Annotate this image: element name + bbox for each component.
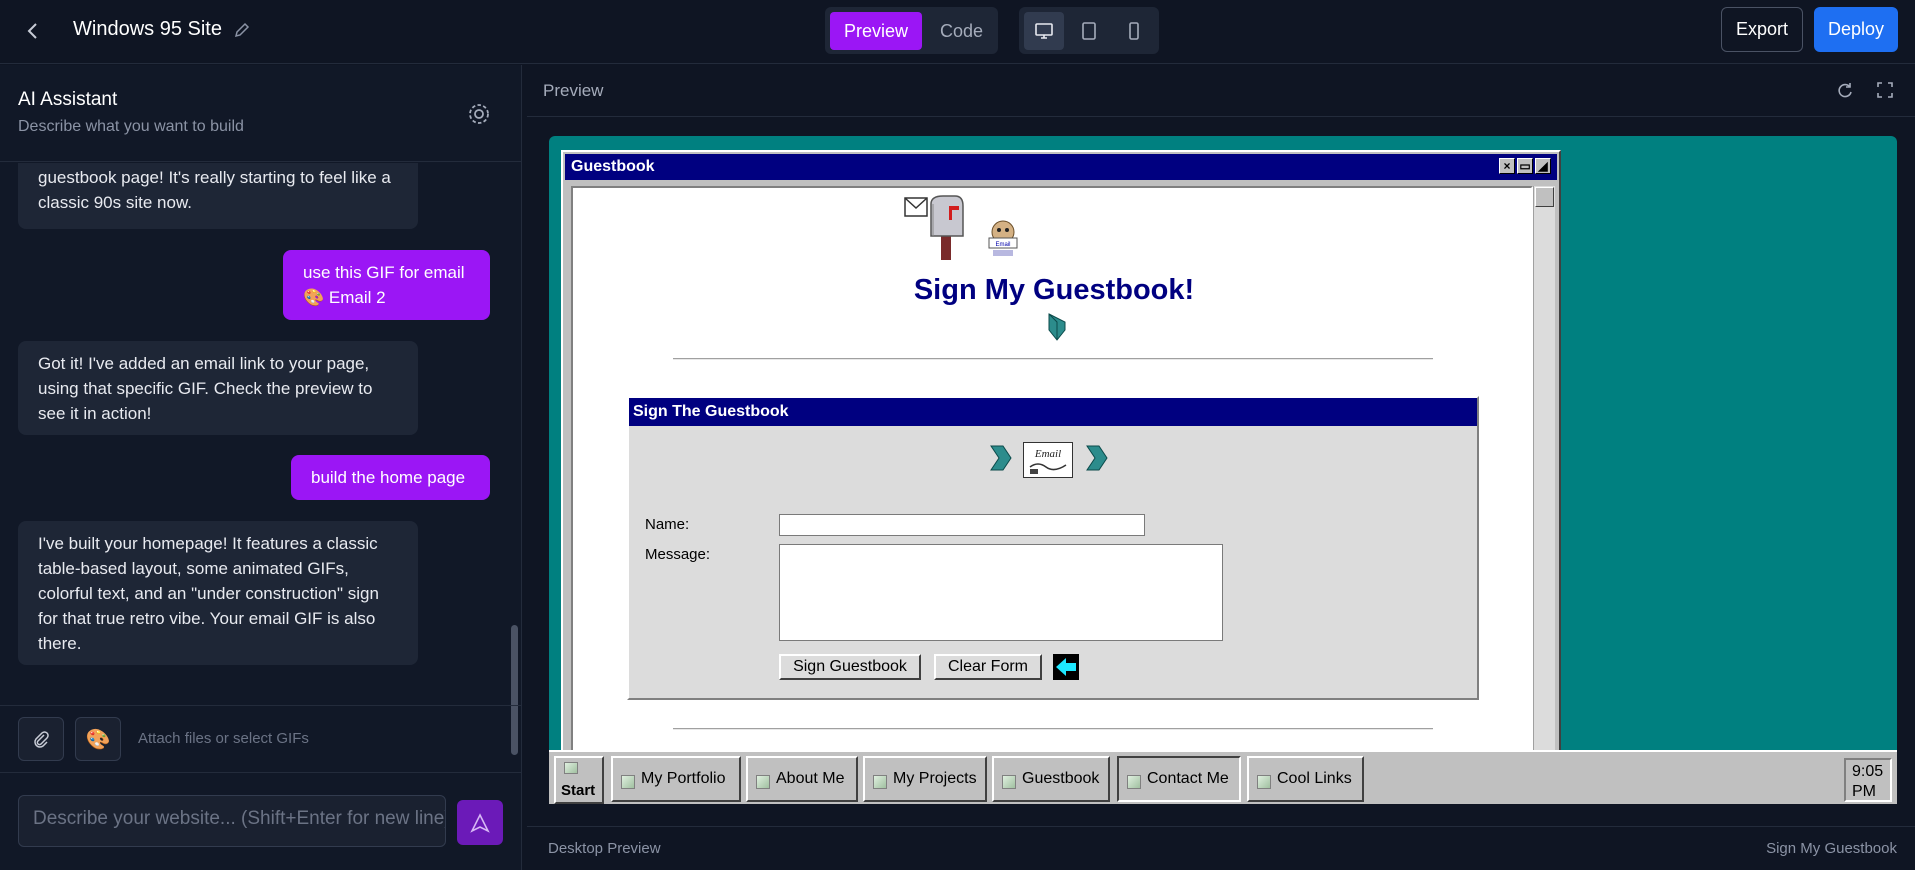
back-button[interactable] — [18, 16, 48, 46]
taskbar: Start My Portfolio About Me My Projects … — [549, 750, 1897, 804]
device-toggle — [1019, 7, 1159, 54]
preview-footer: Desktop Preview Sign My Guestbook — [527, 826, 1915, 870]
message-textarea[interactable] — [779, 544, 1223, 641]
deploy-button[interactable]: Deploy — [1814, 7, 1898, 52]
window-content: Email Sign My Guestbook! Sign The Guestb… — [571, 186, 1533, 762]
code-tab[interactable]: Code — [930, 12, 993, 50]
start-button[interactable]: Start — [554, 756, 604, 804]
page-icon — [1127, 775, 1141, 789]
chevron-left-icon — [27, 23, 37, 39]
send-button[interactable] — [457, 800, 503, 845]
assistant-subtitle: Describe what you want to build — [18, 118, 244, 135]
preview-mode-label: Desktop Preview — [548, 840, 661, 857]
preview-header: Preview — [527, 65, 1915, 117]
message-label: Message: — [645, 546, 711, 563]
start-icon — [564, 762, 578, 774]
view-toggle: Preview Code — [825, 7, 998, 54]
taskbar-clock: 9:05 PM — [1844, 758, 1892, 802]
ai-message: Got it! I've added an email link to your… — [18, 341, 418, 435]
user-message: use this GIF for email 🎨 Email 2 — [283, 250, 490, 320]
mobile-view-button[interactable] — [1114, 12, 1154, 50]
window-scrollbar[interactable] — [1533, 186, 1555, 762]
taskbar-item-label: Contact Me — [1147, 770, 1229, 787]
desktop-view-button[interactable] — [1024, 12, 1064, 50]
taskbar-item-my-portfolio[interactable]: My Portfolio — [611, 756, 741, 802]
chat-messages: guestbook page! It's really starting to … — [0, 163, 521, 703]
arrow-right-gif — [990, 445, 1012, 471]
ai-message: I've built your homepage! It features a … — [18, 521, 418, 665]
back-arrow-gif[interactable] — [1053, 654, 1079, 680]
preview-tab[interactable]: Preview — [830, 12, 922, 50]
guestbook-heading: Sign My Guestbook! — [913, 274, 1195, 306]
fullscreen-icon[interactable] — [1875, 80, 1897, 102]
tablet-view-button[interactable] — [1069, 12, 1109, 50]
arrow-down-gif — [1048, 313, 1066, 341]
taskbar-item-guestbook[interactable]: Guestbook — [992, 756, 1110, 802]
tablet-icon — [1082, 22, 1096, 40]
name-label: Name: — [645, 516, 690, 533]
site-title: Windows 95 Site — [73, 18, 222, 40]
sign-guestbook-button[interactable]: Sign Guestbook — [779, 654, 921, 680]
refresh-icon[interactable] — [1835, 80, 1857, 102]
page-icon — [873, 775, 887, 789]
email-gif-link[interactable]: Email — [1023, 442, 1073, 478]
gear-icon[interactable] — [466, 101, 492, 127]
pencil-icon[interactable] — [232, 20, 252, 40]
user-message: build the home page — [291, 455, 490, 500]
mailbox-gif: Email — [904, 195, 1018, 260]
taskbar-item-my-projects[interactable]: My Projects — [863, 756, 987, 802]
window-titlebar[interactable]: Guestbook × ▭ ◢ — [565, 154, 1557, 180]
svg-text:Email: Email — [995, 242, 1010, 248]
taskbar-item-label: Cool Links — [1277, 770, 1352, 787]
resize-icon[interactable]: ◢ — [1535, 158, 1551, 174]
restore-icon[interactable]: ▭ — [1517, 158, 1533, 174]
current-page-label: Sign My Guestbook — [1766, 840, 1897, 857]
attach-file-button[interactable] — [18, 717, 64, 761]
close-icon[interactable]: × — [1499, 158, 1515, 174]
preview-label: Preview — [543, 81, 604, 100]
taskbar-item-label: Guestbook — [1022, 770, 1100, 787]
guestbook-window: Guestbook × ▭ ◢ Email Sign My Guestbook!… — [561, 150, 1561, 762]
page-icon — [621, 775, 635, 789]
page-icon — [756, 775, 770, 789]
assistant-panel: AI Assistant Describe what you want to b… — [0, 65, 522, 870]
divider — [673, 728, 1433, 730]
ai-message: guestbook page! It's really starting to … — [18, 163, 418, 229]
taskbar-item-label: About Me — [776, 770, 845, 787]
assistant-header: AI Assistant Describe what you want to b… — [0, 65, 521, 162]
email-gif: Email — [1029, 448, 1067, 474]
send-icon — [470, 812, 490, 833]
attach-row: 🎨 Attach files or select GIFs — [0, 705, 521, 773]
win95-desktop: Guestbook × ▭ ◢ Email Sign My Guestbook!… — [549, 136, 1897, 804]
taskbar-item-about-me[interactable]: About Me — [746, 756, 858, 802]
page-icon — [1002, 775, 1016, 789]
name-input[interactable] — [779, 514, 1145, 536]
taskbar-item-contact-me[interactable]: Contact Me — [1117, 756, 1241, 802]
attach-hint: Attach files or select GIFs — [138, 730, 309, 747]
prompt-input[interactable]: Describe your website... (Shift+Enter fo… — [18, 795, 446, 847]
monitor-icon — [1035, 23, 1053, 39]
assistant-title: AI Assistant — [18, 89, 118, 110]
export-button[interactable]: Export — [1721, 7, 1803, 52]
taskbar-item-label: My Portfolio — [641, 770, 726, 787]
start-label: Start — [561, 782, 596, 799]
taskbar-item-label: My Projects — [893, 770, 977, 787]
window-title: Guestbook — [571, 158, 655, 175]
divider — [673, 358, 1433, 360]
paperclip-icon — [34, 731, 49, 748]
clear-form-button[interactable]: Clear Form — [934, 654, 1042, 680]
scroll-thumb[interactable] — [1535, 187, 1554, 207]
arrow-left-icon — [1056, 658, 1076, 676]
guestbook-form: Sign The Guestbook Email Name: Message: … — [627, 396, 1479, 700]
arrow-right-gif — [1086, 445, 1108, 471]
top-bar: Windows 95 Site Preview Code Export Depl… — [0, 0, 1915, 64]
form-title: Sign The Guestbook — [629, 398, 1477, 426]
taskbar-item-cool-links[interactable]: Cool Links — [1247, 756, 1364, 802]
email-gif-text: Email — [1034, 448, 1061, 460]
gif-picker-button[interactable]: 🎨 — [75, 717, 121, 761]
phone-icon — [1129, 22, 1139, 40]
chat-scrollbar[interactable] — [507, 163, 521, 703]
page-icon — [1257, 775, 1271, 789]
palette-icon: 🎨 — [85, 728, 111, 751]
